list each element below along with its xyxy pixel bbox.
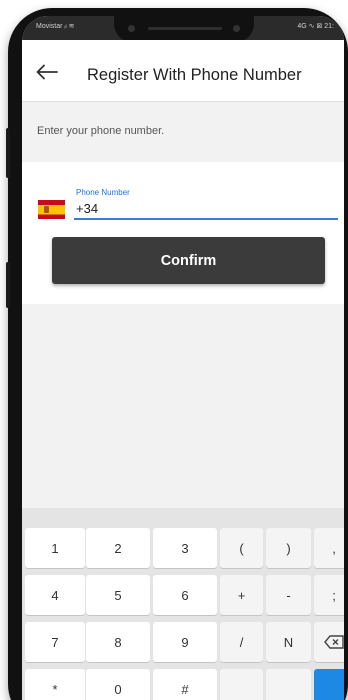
- keyboard-key[interactable]: *: [25, 669, 85, 700]
- keyboard-key[interactable]: /: [220, 622, 263, 662]
- key-label: ,: [332, 540, 336, 556]
- phone-side-button: [6, 128, 10, 178]
- phone-side-button: [6, 262, 10, 308]
- page-title: Register With Phone Number: [87, 66, 302, 84]
- key-label: 3: [181, 540, 189, 556]
- arrow-left-icon[interactable]: [36, 64, 58, 80]
- key-label: ): [286, 540, 291, 556]
- keyboard-key[interactable]: N: [266, 622, 311, 662]
- key-label: 2: [114, 540, 122, 556]
- phone-number-input[interactable]: [74, 198, 338, 220]
- key-label: N: [283, 634, 294, 650]
- camera-notch: [114, 16, 254, 42]
- enter-key[interactable]: [314, 669, 344, 700]
- keyboard-key[interactable]: (: [220, 528, 263, 568]
- key-label: 1: [51, 540, 59, 556]
- key-label: ;: [332, 587, 336, 603]
- phone-form: Phone Number Confirm: [22, 162, 344, 304]
- phone-screen: Movistar ᵢₗ ≋ 4G ∿ ⊠ 21: Register With P…: [22, 16, 344, 700]
- instruction-row: Enter your phone number.: [22, 102, 344, 162]
- key-label: (: [239, 540, 244, 556]
- key-label: #: [181, 681, 189, 697]
- keyboard-key[interactable]: [266, 669, 311, 700]
- keyboard-key[interactable]: 2: [86, 528, 150, 568]
- spain-flag-icon[interactable]: [38, 200, 65, 219]
- keyboard-key[interactable]: 4: [25, 575, 85, 615]
- keyboard-key[interactable]: 1: [25, 528, 85, 568]
- keyboard-key[interactable]: 5: [86, 575, 150, 615]
- keyboard-key[interactable]: ): [266, 528, 311, 568]
- keyboard-key[interactable]: -: [266, 575, 311, 615]
- key-label: 8: [114, 634, 122, 650]
- key-label: 4: [51, 587, 59, 603]
- confirm-button[interactable]: Confirm: [52, 237, 325, 284]
- keyboard-key[interactable]: [220, 669, 263, 700]
- keyboard-key[interactable]: 9: [153, 622, 217, 662]
- backspace-icon: [324, 635, 344, 649]
- keyboard-key[interactable]: 7: [25, 622, 85, 662]
- camera-icon: [128, 25, 135, 32]
- instruction-text: Enter your phone number.: [37, 125, 165, 137]
- numeric-keyboard: 1 2 3 (), 4 5 6 + -; 7 8 9 / N * 0 #: [22, 508, 344, 700]
- app-bar: Register With Phone Number: [22, 40, 344, 102]
- phone-number-label: Phone Number: [76, 188, 130, 197]
- backspace-key[interactable]: [314, 622, 344, 662]
- sensor-icon: [233, 25, 240, 32]
- carrier-text: Movistar ᵢₗ ≋: [36, 23, 75, 30]
- speaker-grille: [148, 27, 222, 30]
- keyboard-key[interactable]: 6: [153, 575, 217, 615]
- key-label: 6: [181, 587, 189, 603]
- keyboard-key[interactable]: 3: [153, 528, 217, 568]
- key-label: 9: [181, 634, 189, 650]
- key-label: -: [286, 587, 291, 603]
- key-label: +: [237, 587, 246, 603]
- status-indicators: 4G ∿ ⊠ 21:: [297, 23, 334, 30]
- keyboard-key[interactable]: #: [153, 669, 217, 700]
- key-label: 7: [51, 634, 59, 650]
- coat-of-arms: [44, 206, 49, 213]
- keyboard-key[interactable]: ,: [314, 528, 344, 568]
- key-label: 5: [114, 587, 122, 603]
- keyboard-key[interactable]: 0: [86, 669, 150, 700]
- keyboard-key[interactable]: 8: [86, 622, 150, 662]
- key-label: 0: [114, 681, 122, 697]
- key-label: /: [239, 634, 244, 650]
- key-label: *: [52, 681, 58, 697]
- keyboard-key[interactable]: +: [220, 575, 263, 615]
- keyboard-key[interactable]: ;: [314, 575, 344, 615]
